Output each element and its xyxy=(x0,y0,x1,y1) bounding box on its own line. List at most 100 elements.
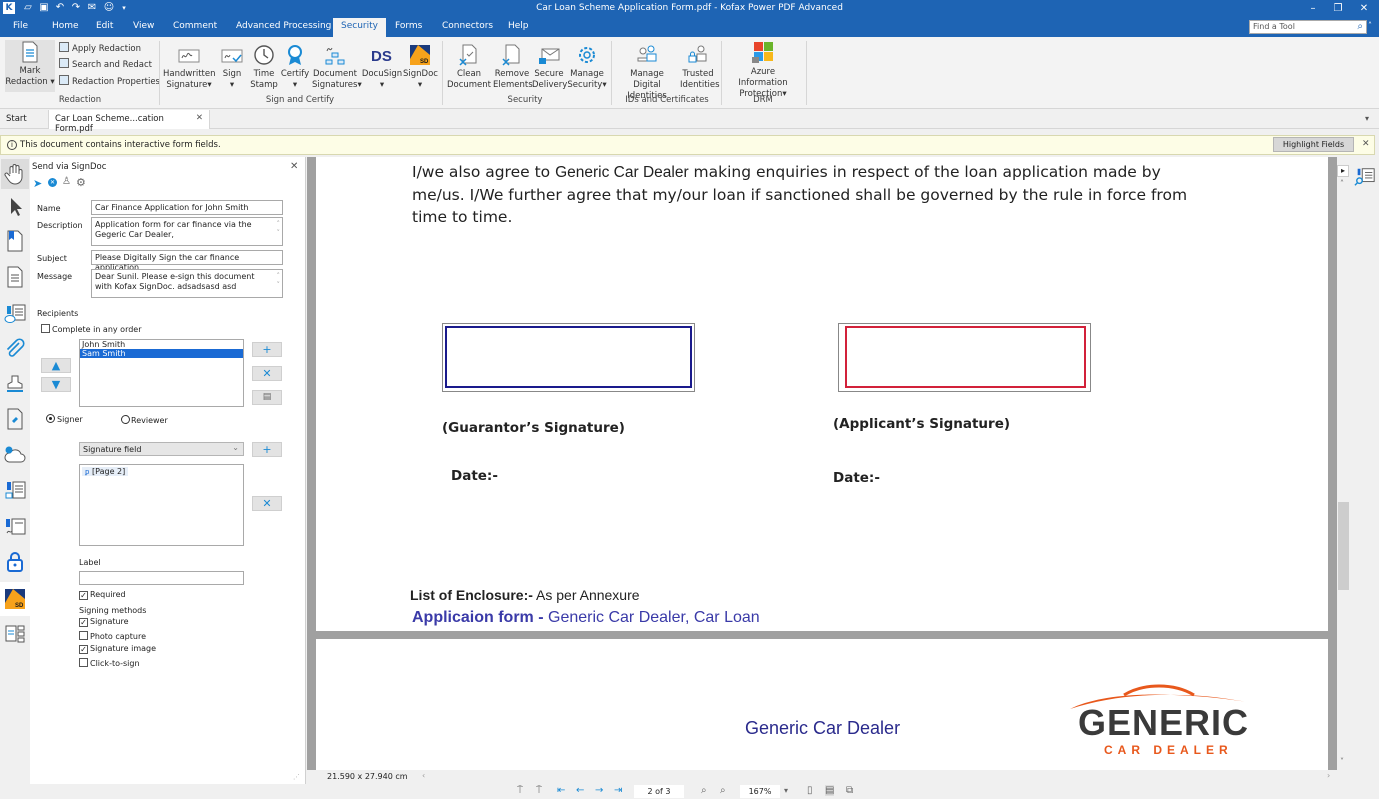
move-up-button[interactable]: ▲ xyxy=(41,358,71,373)
restore-button[interactable]: ❐ xyxy=(1328,2,1348,16)
scroll-left-icon[interactable]: ‹ xyxy=(422,771,425,780)
menu-file[interactable]: File xyxy=(13,21,28,31)
menu-forms[interactable]: Forms xyxy=(395,21,422,31)
signdoc-button[interactable]: SD SignDoc ▾ xyxy=(403,43,438,91)
last-page-icon[interactable]: ⇥ xyxy=(614,785,622,796)
field-item[interactable]: ꝑ [Page 2] xyxy=(82,467,129,476)
minimize-button[interactable]: – xyxy=(1303,2,1323,16)
recipient-user-icon[interactable]: ♙ xyxy=(62,176,71,187)
message-textarea[interactable]: Dear Sunil. Please e-sign this document … xyxy=(91,269,283,298)
recipients-list[interactable]: John Smith Sam Smith xyxy=(79,339,244,407)
trusted-identities-button[interactable]: Trusted Identities xyxy=(680,43,720,91)
find-tool-input[interactable]: Find a Tool ⌕ xyxy=(1249,20,1367,34)
menu-edit[interactable]: Edit xyxy=(96,21,113,31)
recipient-item-selected[interactable]: Sam Smith xyxy=(80,349,243,358)
menu-view[interactable]: View xyxy=(133,21,154,31)
scroll-down-icon[interactable]: ˅ xyxy=(1340,757,1344,766)
recipient-item[interactable]: John Smith xyxy=(80,340,243,349)
time-stamp-button[interactable]: Time Stamp xyxy=(249,43,279,91)
recipient-details-button[interactable]: ▤ xyxy=(252,390,282,405)
remove-field-button[interactable]: ✕ xyxy=(252,496,282,511)
attachments-icon[interactable] xyxy=(3,337,27,363)
document-properties-icon[interactable] xyxy=(3,407,27,433)
stamps-icon[interactable] xyxy=(3,372,27,398)
signing-method-photo-checkbox[interactable]: Photo capture xyxy=(79,631,146,641)
textarea-scrollbar[interactable]: ˄ ˅ xyxy=(277,220,281,238)
tab-start[interactable]: Start xyxy=(0,110,48,129)
move-down-button[interactable]: ▼ xyxy=(41,377,71,392)
applicant-signature-field[interactable] xyxy=(838,323,1091,392)
apply-redaction-button[interactable]: Apply Redaction xyxy=(59,42,141,54)
clean-document-button[interactable]: Clean Document xyxy=(446,43,492,91)
zoom-in-icon[interactable]: ⌕ xyxy=(720,785,726,796)
tab-document[interactable]: Car Loan Scheme...cation Form.pdf ✕ xyxy=(48,110,210,134)
manage-security-button[interactable]: Manage Security▾ xyxy=(566,43,608,91)
zoom-out-icon[interactable]: ⌕ xyxy=(701,785,707,796)
two-page-view-icon[interactable]: ⧉ xyxy=(846,785,853,796)
send-icon[interactable]: ➤ xyxy=(33,177,42,190)
zoom-level-input[interactable]: 167% xyxy=(740,785,780,798)
collapse-ribbon-icon[interactable]: ˄ xyxy=(1368,21,1372,30)
menu-help[interactable]: Help xyxy=(508,21,529,31)
checkbox-unchecked[interactable] xyxy=(79,631,88,640)
signing-method-image-checkbox[interactable]: ✓ Signature image xyxy=(79,644,156,654)
redaction-properties-button[interactable]: Redaction Properties xyxy=(59,75,160,87)
resize-grip-icon[interactable]: ⋰ xyxy=(293,773,300,781)
subject-input[interactable]: Please Digitally Sign the car finance ap… xyxy=(91,250,283,272)
highlight-fields-button[interactable]: Highlight Fields xyxy=(1273,137,1354,152)
radio-selected[interactable] xyxy=(46,414,55,423)
select-arrow-icon[interactable] xyxy=(3,195,27,221)
settings-gear-icon[interactable]: ⚙ xyxy=(76,176,86,189)
search-panel-icon[interactable] xyxy=(1354,166,1376,188)
handwritten-signature-button[interactable]: Handwritten Signature▾ xyxy=(163,43,215,91)
remove-elements-button[interactable]: Remove Elements xyxy=(493,43,533,91)
menu-security[interactable]: Security xyxy=(333,18,386,37)
sign-button[interactable]: Sign ▾ xyxy=(219,43,245,91)
continuous-view-icon[interactable]: ▤ xyxy=(825,785,835,796)
complete-any-order-checkbox[interactable]: Complete in any order xyxy=(41,324,142,334)
document-signatures-button[interactable]: Document Signatures▾ xyxy=(312,43,362,91)
hand-tool-icon[interactable] xyxy=(1,159,29,189)
form-fields-icon[interactable] xyxy=(3,479,27,505)
add-field-button[interactable]: + xyxy=(252,442,282,457)
remove-recipient-button[interactable]: ✕ xyxy=(252,366,282,381)
name-input[interactable]: Car Finance Application for John Smith xyxy=(91,200,283,215)
vertical-scrollbar[interactable]: ▸ ˄ ˅ xyxy=(1337,157,1351,770)
textarea-scrollbar[interactable]: ˄ ˅ xyxy=(277,272,281,290)
scroll-up-icon[interactable]: ˄ xyxy=(1340,179,1344,188)
zoom-dropdown-icon[interactable]: ▾ xyxy=(784,786,788,795)
pages-icon[interactable] xyxy=(3,265,27,291)
azure-information-protection-button[interactable]: Azure Information Protection▾ xyxy=(725,41,801,100)
signdoc-panel-icon[interactable]: SD xyxy=(0,582,30,616)
security-lock-icon[interactable] xyxy=(3,550,27,576)
description-textarea[interactable]: Application form for car finance via the… xyxy=(91,217,283,246)
fit-page-icon[interactable]: ⍑ xyxy=(517,785,523,796)
cloud-icon[interactable] xyxy=(3,442,27,468)
menu-home[interactable]: Home xyxy=(52,21,79,31)
docusign-button[interactable]: DS DocuSign ▾ xyxy=(361,43,403,91)
close-tab-icon[interactable]: ✕ xyxy=(196,113,203,123)
manage-digital-identities-button[interactable]: Manage Digital Identities xyxy=(615,43,679,102)
close-button[interactable]: ✕ xyxy=(1354,2,1374,16)
scroll-right-icon[interactable]: › xyxy=(1327,771,1330,780)
add-recipient-button[interactable]: + xyxy=(252,342,282,357)
checkbox-checked[interactable]: ✓ xyxy=(79,591,88,600)
signing-method-signature-checkbox[interactable]: ✓ Signature xyxy=(79,617,129,627)
checkbox-unchecked[interactable] xyxy=(79,658,88,667)
signature-fields-icon[interactable] xyxy=(3,515,27,541)
signer-radio[interactable]: Signer xyxy=(46,414,83,424)
first-page-icon[interactable]: ⇤ xyxy=(557,785,565,796)
label-input[interactable] xyxy=(79,571,244,585)
scrollbar-thumb[interactable] xyxy=(1338,502,1349,590)
cancel-icon[interactable]: ✕ xyxy=(48,178,57,187)
required-checkbox[interactable]: ✓ Required xyxy=(79,590,126,600)
close-panel-icon[interactable]: ✕ xyxy=(290,161,298,172)
search-icon[interactable]: ⌕ xyxy=(1357,21,1363,32)
document-viewport[interactable]: I/we also agree to Generic Car Dealer ma… xyxy=(307,157,1337,770)
checkbox-checked[interactable]: ✓ xyxy=(79,618,88,627)
radio-unselected[interactable] xyxy=(121,415,130,424)
checkbox-checked[interactable]: ✓ xyxy=(79,645,88,654)
search-and-redact-button[interactable]: Search and Redact xyxy=(59,58,152,70)
guarantor-signature-field[interactable] xyxy=(442,323,695,392)
menu-advanced-processing[interactable]: Advanced Processing xyxy=(236,21,331,31)
